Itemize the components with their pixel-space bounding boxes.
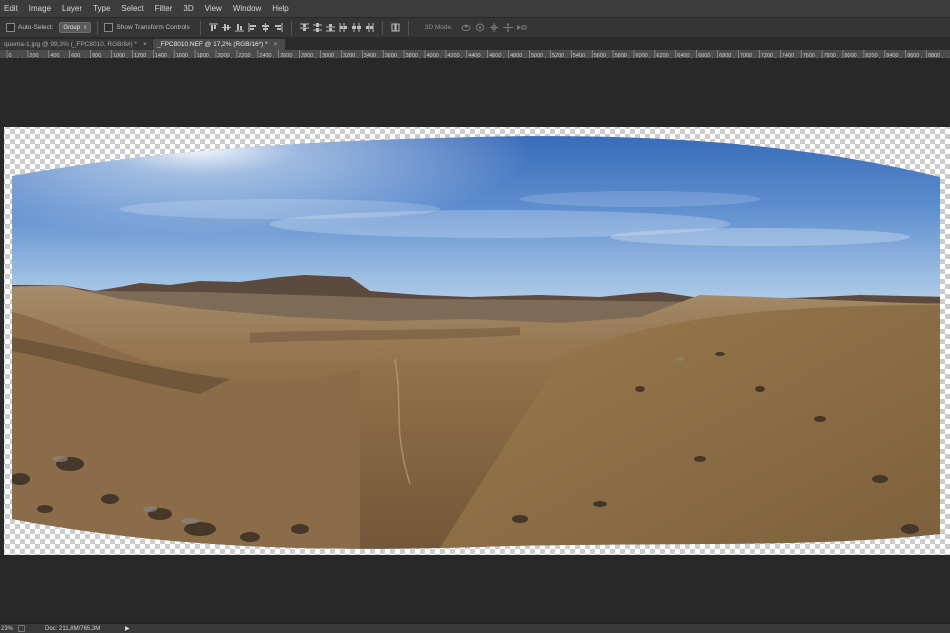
3d-mode-label: 3D Mode: xyxy=(424,24,453,31)
dropdown-arrow-icon: ⇕ xyxy=(83,24,88,31)
tab-title: quema-1.jpg @ 99,3% (_FPC8010, RGB/8#) * xyxy=(4,41,138,48)
tab-title: _FPC8010.NEF @ 17,2% (RGB/16*) * xyxy=(157,41,268,48)
menu-type[interactable]: Type xyxy=(88,4,116,13)
menu-image[interactable]: Image xyxy=(23,4,56,13)
document-tab-bar: quema-1.jpg @ 99,3% (_FPC8010, RGB/8#) *… xyxy=(0,38,950,50)
distribute-top-icon[interactable] xyxy=(299,23,309,32)
horizontal-ruler[interactable]: 0 200 400 600 800 1000 1200 1400 1600 1800 2000 220… xyxy=(0,50,950,59)
close-tab-icon[interactable]: × xyxy=(143,42,147,48)
auto-select-dropdown[interactable]: Group ⇕ xyxy=(59,22,92,33)
options-bar: Auto-Select: Group ⇕ Show Transform Cont… xyxy=(0,17,950,38)
auto-align-layers-icon[interactable] xyxy=(391,23,400,32)
align-left-icon[interactable] xyxy=(248,23,257,32)
menu-filter[interactable]: Filter xyxy=(149,4,178,13)
distribute-left-icon[interactable] xyxy=(339,23,348,32)
document-canvas[interactable] xyxy=(0,59,950,623)
align-right-icon[interactable] xyxy=(274,23,283,32)
menu-help[interactable]: Help xyxy=(267,4,294,13)
align-horizontal-center-icon[interactable] xyxy=(261,23,270,32)
zoom-level[interactable]: 23% xyxy=(0,626,15,632)
3d-roll-icon[interactable] xyxy=(475,23,485,32)
3d-drag-icon[interactable] xyxy=(489,23,499,32)
separator xyxy=(199,20,201,35)
document-tab-quema[interactable]: quema-1.jpg @ 99,3% (_FPC8010, RGB/8#) *… xyxy=(0,39,152,50)
3d-orbit-icon[interactable] xyxy=(461,23,471,32)
menu-layer[interactable]: Layer xyxy=(57,4,88,13)
menu-window[interactable]: Window xyxy=(227,4,266,13)
menu-bar: Edit Image Layer Type Select Filter 3D V… xyxy=(0,0,950,17)
align-top-icon[interactable] xyxy=(208,23,218,32)
distribute-vertical-center-icon[interactable] xyxy=(312,23,322,32)
align-vertical-center-icon[interactable] xyxy=(221,23,231,32)
align-bottom-icon[interactable] xyxy=(234,23,244,32)
distribute-bottom-icon[interactable] xyxy=(325,23,335,32)
separator xyxy=(381,20,383,35)
menu-view[interactable]: View xyxy=(199,4,227,13)
show-transform-label: Show Transform Controls xyxy=(116,24,190,31)
document-size: Doc: 211,8M/765,3M xyxy=(45,625,101,632)
distribute-horizontal-center-icon[interactable] xyxy=(351,23,361,32)
menu-edit[interactable]: Edit xyxy=(0,4,23,13)
status-bar: 23% Doc: 211,8M/765,3M ▶ xyxy=(0,623,950,633)
separator xyxy=(290,20,292,35)
document-tab-fpc8010[interactable]: _FPC8010.NEF @ 17,2% (RGB/16*) * × xyxy=(153,39,285,50)
close-tab-icon[interactable]: × xyxy=(274,42,278,48)
export-status-icon[interactable] xyxy=(18,625,25,632)
auto-select-label: Auto-Select: xyxy=(18,24,54,31)
show-transform-checkbox[interactable] xyxy=(104,23,114,32)
status-menu-arrow-icon[interactable]: ▶ xyxy=(125,625,130,632)
auto-select-value: Group xyxy=(63,24,81,31)
3d-scale-icon[interactable] xyxy=(516,23,527,32)
menu-3d[interactable]: 3D xyxy=(178,4,199,13)
auto-select-checkbox[interactable] xyxy=(6,23,15,32)
panorama-image xyxy=(12,136,940,549)
separator xyxy=(407,20,409,35)
separator xyxy=(97,20,99,35)
menu-select[interactable]: Select xyxy=(116,4,149,13)
distribute-right-icon[interactable] xyxy=(365,23,374,32)
3d-slide-icon[interactable] xyxy=(502,23,513,32)
